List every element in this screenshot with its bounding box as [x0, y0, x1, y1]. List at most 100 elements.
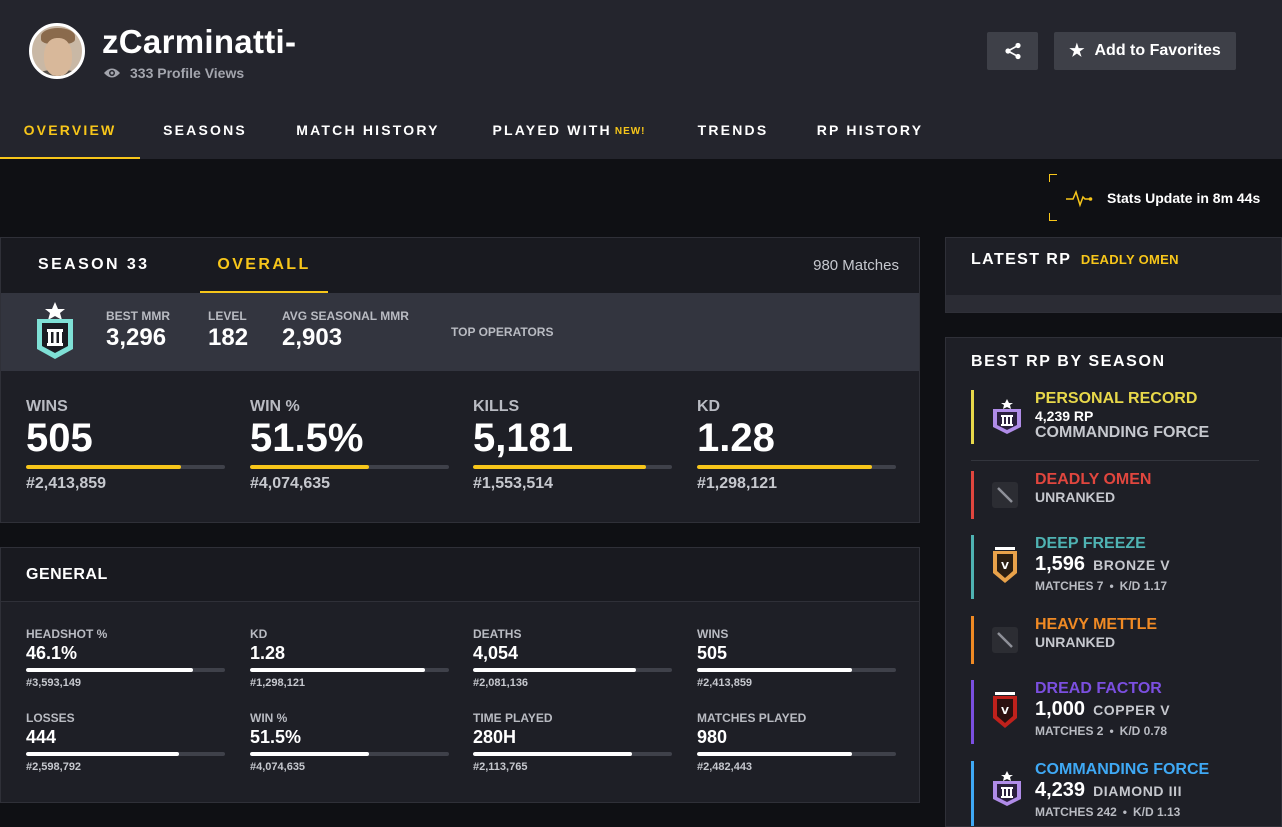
- diamond-rank-icon: [993, 399, 1021, 434]
- latest-rp-season: DEADLY OMEN: [1080, 252, 1179, 267]
- stat-progress-fill: [473, 465, 647, 469]
- rank-badge-icon: [37, 302, 73, 359]
- stat-value: 51.5%: [250, 416, 364, 460]
- stat-value: 46.1%: [26, 643, 78, 663]
- stat-progress-fill: [26, 465, 182, 469]
- general-stats-panel: GENERAL HEADSHOT % 46.1% #3,593,149 KD 1.28 #…: [0, 547, 920, 803]
- latest-rp-title-text: LATEST RP: [971, 251, 1072, 268]
- season-commanding-force[interactable]: COMMANDING FORCE 4,239 DIAMOND III MATCHE…: [971, 761, 1261, 826]
- share-button[interactable]: [987, 32, 1038, 70]
- stat-label: WINS: [697, 627, 729, 641]
- avg-seasonal-mmr-stat: AVG SEASONAL MMR 2,903: [282, 309, 409, 352]
- stat-label: KILLS: [473, 398, 520, 415]
- profile-views: 333 Profile Views: [103, 65, 244, 81]
- stats-update-indicator: Stats Update in 8m 44s: [1049, 174, 1282, 221]
- stat-progress-bar: [473, 465, 672, 469]
- season-deep-freeze[interactable]: V DEEP FREEZE 1,596 BRONZE V MATCHES 7 • K/…: [971, 535, 1261, 599]
- matches-count: 980 Matches: [813, 257, 899, 274]
- stat-progress-bar: [26, 668, 225, 672]
- top-operators-label: TOP OPERATORS: [451, 325, 554, 339]
- stat-progress-fill: [250, 668, 426, 672]
- stat-label: HEADSHOT %: [26, 627, 108, 641]
- tab-overview-label: OVERVIEW: [23, 122, 117, 138]
- pulse-icon: [1066, 189, 1093, 207]
- stat-label: WINS: [26, 398, 68, 415]
- season-dread-factor[interactable]: V DREAD FACTOR 1,000 COPPER V MATCHES 2 • K…: [971, 680, 1261, 744]
- best-rp-title: BEST RP BY SEASON: [971, 353, 1166, 370]
- stat-wins: WINS 505 #2,413,859: [26, 398, 225, 493]
- season-status: UNRANKED: [1035, 489, 1116, 505]
- season-heavy-mettle[interactable]: HEAVY METTLE UNRANKED: [971, 616, 1261, 664]
- stat-rank: #3,593,149: [26, 677, 82, 689]
- tab-played-with-label: PLAYED WITH: [492, 122, 612, 138]
- tab-rp-history[interactable]: RP HISTORY: [794, 108, 946, 159]
- best-mmr-stat: BEST MMR 3,296: [106, 309, 170, 352]
- stat-progress-bar: [697, 752, 896, 756]
- stat-rank: #1,298,121: [250, 677, 306, 689]
- star-icon: ★: [1069, 41, 1085, 60]
- stat-kills: KILLS 5,181 #1,553,514: [473, 398, 672, 493]
- stat-progress-fill: [697, 668, 853, 672]
- season-tier: DIAMOND III: [1093, 783, 1183, 799]
- tab-match-history-label: MATCH HISTORY: [296, 122, 440, 138]
- meta-separator: •: [1122, 805, 1127, 819]
- stat-kd: KD 1.28 #1,298,121: [697, 398, 896, 493]
- stat-value: 1.28: [250, 643, 286, 663]
- general-stat: HEADSHOT % 46.1% #3,593,149: [26, 627, 225, 689]
- tab-overview[interactable]: OVERVIEW: [0, 108, 140, 159]
- profile-header: zCarminatti- 333 Profile Views ★ Add to …: [0, 0, 1282, 159]
- tab-overall[interactable]: OVERALL: [200, 238, 328, 293]
- eye-icon: [104, 68, 120, 78]
- stat-win: WIN % 51.5% #4,074,635: [250, 398, 449, 493]
- latest-rp-panel: LATEST RP DEADLY OMEN: [945, 237, 1282, 313]
- season-tabs: SEASON 33 OVERALL 980 Matches: [1, 238, 919, 293]
- stat-value: 51.5%: [250, 727, 302, 747]
- latest-rp-title: LATEST RP DEADLY OMEN: [971, 251, 1179, 269]
- stat-label: KD: [697, 398, 721, 415]
- stat-progress-bar: [26, 752, 225, 756]
- stat-value: 5,181: [473, 416, 574, 460]
- avg-seasonal-mmr-label: AVG SEASONAL MMR: [282, 309, 409, 323]
- stat-value: 280H: [473, 727, 517, 747]
- tab-season-33[interactable]: SEASON 33: [38, 238, 149, 293]
- rank-summary: BEST MMR 3,296 LEVEL 182 AVG SEASONAL MM…: [1, 293, 919, 371]
- stat-label: WIN %: [250, 711, 288, 725]
- season-deadly-omen[interactable]: DEADLY OMEN UNRANKED: [971, 471, 1261, 519]
- tab-played-with[interactable]: PLAYED WITH NEW!: [466, 108, 672, 159]
- stat-progress-fill: [250, 465, 370, 469]
- stat-rank: #2,413,859: [26, 475, 107, 492]
- season-name: DEEP FREEZE: [1035, 535, 1146, 552]
- avg-seasonal-mmr-value: 2,903: [282, 324, 343, 351]
- season-meta: MATCHES 7 • K/D 1.17: [1035, 579, 1261, 593]
- add-to-favorites-label: Add to Favorites: [1094, 42, 1221, 59]
- stat-value: 505: [26, 416, 93, 460]
- season-matches: MATCHES 242: [1035, 805, 1117, 819]
- tab-trends[interactable]: TRENDS: [672, 108, 794, 159]
- season-rp: 4,239: [1035, 779, 1086, 801]
- season-stats-panel: SEASON 33 OVERALL 980 Matches BEST MMR 3…: [0, 237, 920, 523]
- svg-text:V: V: [1001, 706, 1009, 717]
- general-stat: WINS 505 #2,413,859: [697, 627, 896, 689]
- general-stat: DEATHS 4,054 #2,081,136: [473, 627, 672, 689]
- meta-separator: •: [1109, 724, 1114, 738]
- personal-record: PERSONAL RECORD 4,239 RP COMMANDING FORC…: [971, 390, 1261, 444]
- stat-label: WIN %: [250, 398, 300, 415]
- meta-separator: •: [1109, 579, 1114, 593]
- season-name: COMMANDING FORCE: [1035, 761, 1210, 778]
- tab-match-history[interactable]: MATCH HISTORY: [270, 108, 466, 159]
- stat-progress-fill: [26, 752, 180, 756]
- stat-progress-fill: [250, 752, 370, 756]
- stat-progress-fill: [26, 668, 194, 672]
- add-to-favorites-button[interactable]: ★ Add to Favorites: [1054, 32, 1236, 70]
- stat-progress-bar: [697, 668, 896, 672]
- season-name: HEAVY METTLE: [1035, 616, 1158, 633]
- level-stat: LEVEL 182: [208, 309, 248, 352]
- stat-rank: #2,413,859: [697, 677, 753, 689]
- stat-rank: #2,113,765: [473, 761, 528, 773]
- avatar[interactable]: [29, 23, 85, 79]
- tab-seasons[interactable]: SEASONS: [140, 108, 270, 159]
- season-kd: K/D 1.13: [1133, 805, 1181, 819]
- general-stat: MATCHES PLAYED 980 #2,482,443: [697, 711, 896, 773]
- season-meta: MATCHES 2 • K/D 0.78: [1035, 724, 1261, 738]
- general-stat: LOSSES 444 #2,598,792: [26, 711, 225, 773]
